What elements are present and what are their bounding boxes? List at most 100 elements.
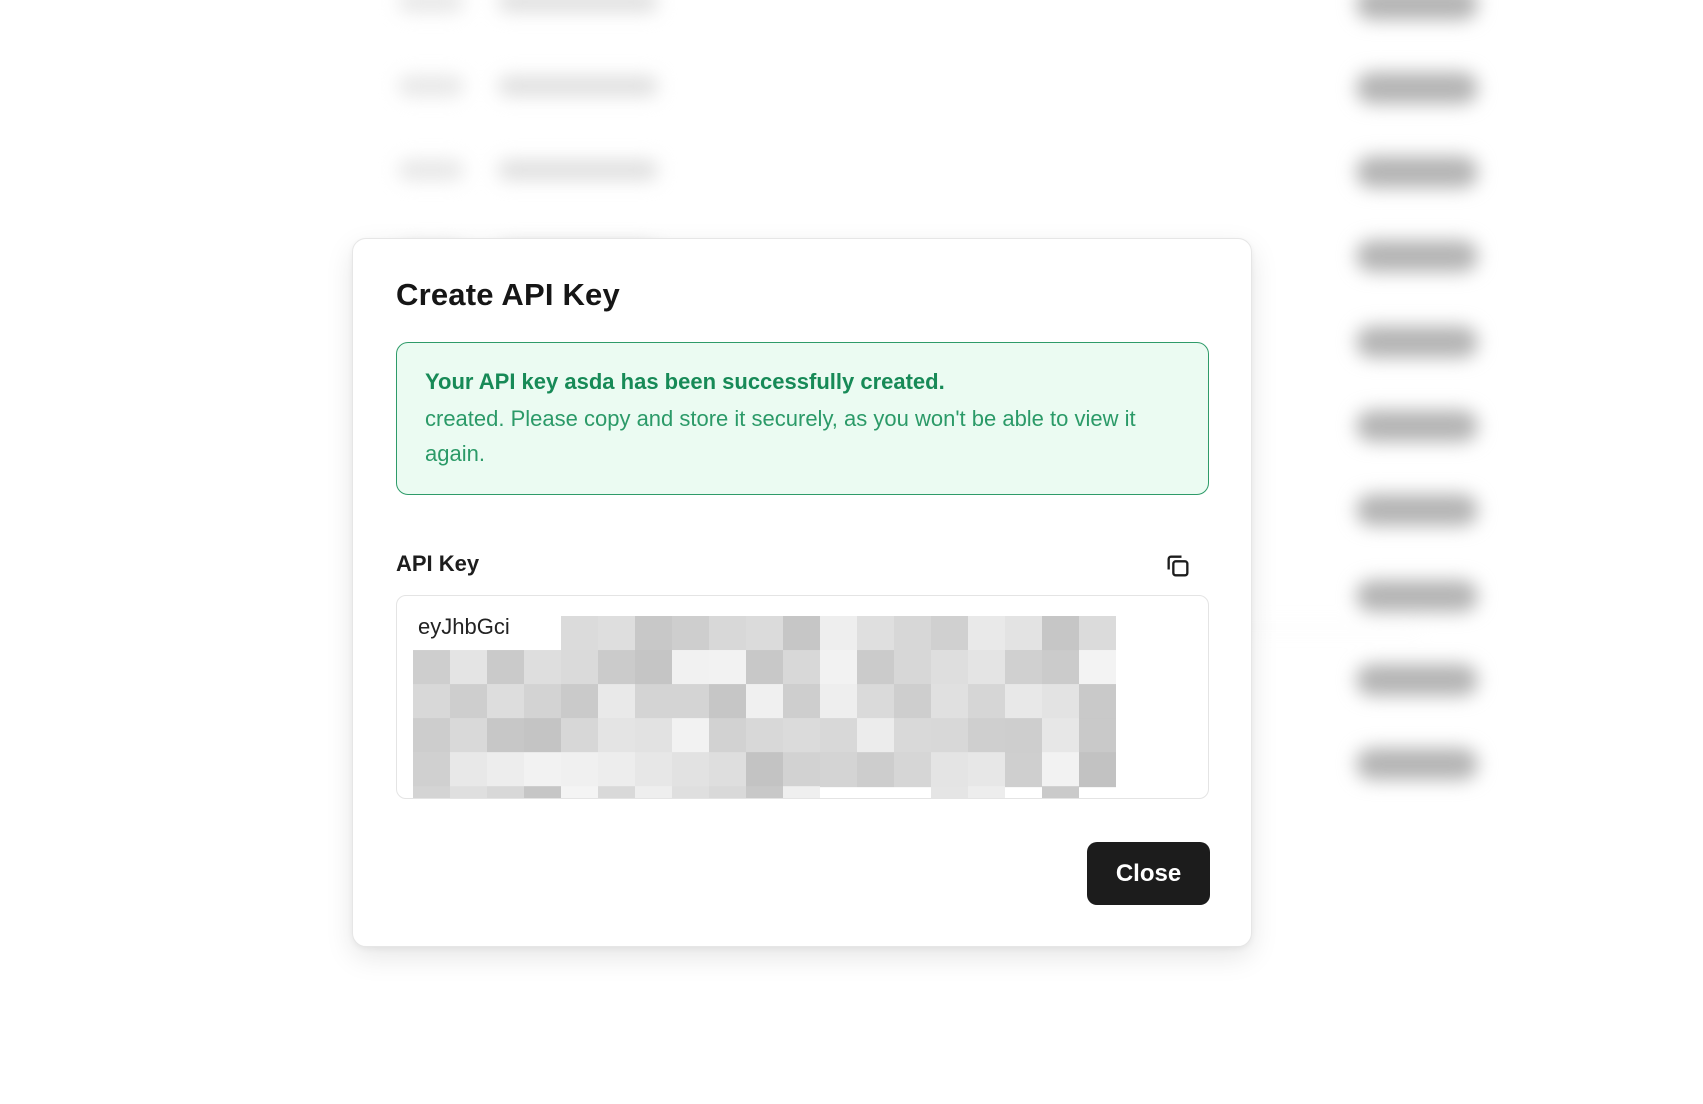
alert-key-name: asda [564,369,615,394]
mosaic-tile [746,718,783,754]
mosaic-tile [1042,650,1079,686]
background-pill [1356,748,1478,780]
mosaic-tile [635,786,672,798]
mosaic-tile [968,752,1005,788]
background-row [0,0,1703,20]
api-key-label: API Key [396,551,480,576]
mosaic-tile [450,786,487,798]
mosaic-tile [635,752,672,788]
background-pill [1356,326,1478,358]
mosaic-tile [931,718,968,754]
mosaic-tile [931,752,968,788]
background-cell [498,160,658,180]
dialog-title: Create API Key [396,277,620,312]
mosaic-tile [672,786,709,798]
mosaic-tile [709,684,746,720]
mosaic-tile [598,718,635,754]
mosaic-tile [968,684,1005,720]
success-alert: Your API key asda has been successfully … [396,342,1209,495]
mosaic-tile [672,718,709,754]
mosaic-tile [968,718,1005,754]
mosaic-tile [1042,718,1079,754]
mosaic-tile [524,684,561,720]
alert-body: created. Please copy and store it secure… [425,406,1136,466]
alert-prefix: Your API key [425,369,565,394]
mosaic-tile [598,650,635,686]
mosaic-tile [1079,752,1116,788]
api-key-value: eyJhbGci [418,614,510,639]
copy-button[interactable] [1161,549,1195,583]
mosaic-tile [783,718,820,754]
mosaic-tile [709,752,746,788]
mosaic-tile [635,718,672,754]
redacted-key-mosaic [413,616,1116,798]
mosaic-tile [672,752,709,788]
api-key-field[interactable]: eyJhbGci [396,595,1209,799]
background-pill [1356,580,1478,612]
mosaic-tile [598,752,635,788]
background-pill [1356,494,1478,526]
mosaic-tile [487,718,524,754]
mosaic-tile [1005,752,1042,788]
mosaic-tile [968,650,1005,686]
mosaic-tile [413,752,450,788]
mosaic-tile [1042,752,1079,788]
mosaic-tile [894,718,931,754]
mosaic-tile [931,650,968,686]
mosaic-tile [783,684,820,720]
mosaic-tile [413,650,450,686]
mosaic-tile [1042,616,1079,651]
mosaic-tile [709,786,746,798]
background-row [0,156,1703,188]
mosaic-tile [561,718,598,754]
mosaic-tile [1005,684,1042,720]
mosaic-tile [783,752,820,788]
mosaic-tile [450,650,487,686]
mosaic-tile [857,616,894,651]
mosaic-tile [931,684,968,720]
close-button[interactable]: Close [1087,842,1210,905]
mosaic-tile [746,786,783,798]
mosaic-tile [450,684,487,720]
mosaic-tile [820,684,857,720]
background-pill [1356,72,1478,104]
mosaic-tile [561,684,598,720]
mosaic-tile [746,616,783,651]
mosaic-tile [968,786,1005,798]
mosaic-tile [524,718,561,754]
copy-icon [1167,555,1189,577]
background-pill [1356,0,1478,20]
mosaic-tile [820,616,857,651]
background-pill [1356,240,1478,272]
alert-suffix: has been successfully created. [614,369,945,394]
mosaic-tile [968,616,1005,651]
mosaic-tile [709,616,746,651]
mosaic-tile [746,684,783,720]
mosaic-tile [487,650,524,686]
mosaic-tile [857,684,894,720]
mosaic-tile [857,718,894,754]
mosaic-tile [1079,684,1116,720]
mosaic-tile [413,684,450,720]
background-cell [498,0,658,12]
mosaic-tile [1079,616,1116,651]
mosaic-tile [1042,684,1079,720]
mosaic-tile [487,786,524,798]
mosaic-tile [598,786,635,798]
mosaic-tile [635,616,672,651]
mosaic-tile [1079,718,1116,754]
mosaic-tile [487,684,524,720]
mosaic-tile [598,616,635,651]
mosaic-tile [820,650,857,686]
mosaic-tile [894,752,931,788]
mosaic-tile [783,786,820,798]
mosaic-tile [672,616,709,651]
mosaic-tile [561,786,598,798]
mosaic-tile [783,650,820,686]
mosaic-tile [1079,650,1116,686]
mosaic-tile [598,684,635,720]
background-pill [1356,410,1478,442]
background-cell [398,160,464,180]
background-cell [398,0,464,12]
mosaic-tile [783,616,820,651]
